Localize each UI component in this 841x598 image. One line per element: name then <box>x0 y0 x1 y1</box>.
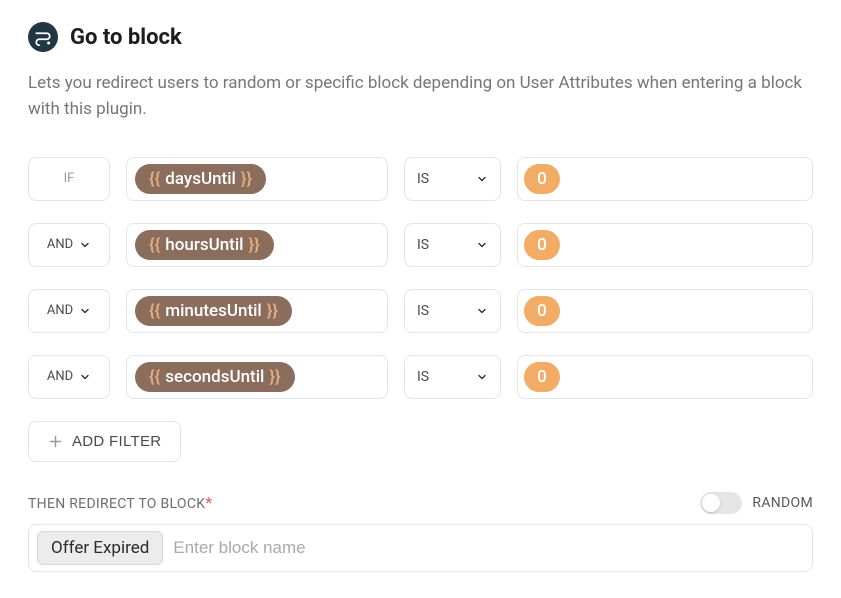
attribute-chip: {{secondsUntil}} <box>135 362 295 392</box>
redirect-label: THEN REDIRECT TO BLOCK <box>28 496 205 512</box>
connector-label: AND <box>47 237 73 252</box>
chevron-down-icon <box>476 239 488 251</box>
value-field[interactable]: 0 <box>517 289 813 333</box>
brace-close: }} <box>241 169 252 189</box>
attribute-chip: {{minutesUntil}} <box>135 296 292 326</box>
value-chip: 0 <box>524 164 560 194</box>
value-field[interactable]: 0 <box>517 157 813 201</box>
plugin-title: Go to block <box>70 25 182 50</box>
operator-dropdown[interactable]: IS <box>404 157 501 201</box>
brace-open: {{ <box>149 235 160 255</box>
brace-close: }} <box>269 367 280 387</box>
operator-dropdown[interactable]: IS <box>404 289 501 333</box>
brace-open: {{ <box>149 169 160 189</box>
attribute-field[interactable]: {{hoursUntil}} <box>126 223 388 267</box>
plus-icon <box>48 434 63 449</box>
connector-dropdown[interactable]: AND <box>28 289 110 333</box>
add-filter-button[interactable]: ADD FILTER <box>28 421 181 462</box>
operator-label: IS <box>417 369 429 385</box>
value-chip: 0 <box>524 296 560 326</box>
operator-dropdown[interactable]: IS <box>404 223 501 267</box>
connector-static: IF <box>28 157 110 201</box>
value-chip: 0 <box>524 230 560 260</box>
connector-dropdown[interactable]: AND <box>28 223 110 267</box>
operator-dropdown[interactable]: IS <box>404 355 501 399</box>
brace-open: {{ <box>149 367 160 387</box>
chevron-down-icon <box>476 371 488 383</box>
add-filter-label: ADD FILTER <box>72 433 161 450</box>
brace-close: }} <box>267 301 278 321</box>
attribute-name: hoursUntil <box>165 235 243 255</box>
attribute-field[interactable]: {{daysUntil}} <box>126 157 388 201</box>
brace-close: }} <box>249 235 260 255</box>
operator-label: IS <box>417 303 429 319</box>
attribute-name: daysUntil <box>165 169 236 189</box>
brace-open: {{ <box>149 301 160 321</box>
chevron-down-icon <box>79 239 91 251</box>
connector-label: AND <box>47 369 73 384</box>
value-field[interactable]: 0 <box>517 223 813 267</box>
filter-row: AND {{secondsUntil}} IS 0 <box>28 355 813 399</box>
attribute-name: minutesUntil <box>165 301 262 321</box>
operator-label: IS <box>417 237 429 253</box>
filter-row: AND {{hoursUntil}} IS 0 <box>28 223 813 267</box>
connector-label: AND <box>47 303 73 318</box>
chevron-down-icon <box>79 305 91 317</box>
chevron-down-icon <box>79 371 91 383</box>
block-name-field[interactable]: Offer Expired <box>28 524 813 572</box>
attribute-chip: {{hoursUntil}} <box>135 230 274 260</box>
toggle-knob <box>702 494 720 512</box>
redirect-header: THEN REDIRECT TO BLOCK* RANDOM <box>28 492 813 514</box>
block-name-input[interactable] <box>173 538 804 558</box>
filter-row: IF {{daysUntil}} IS 0 <box>28 157 813 201</box>
chevron-down-icon <box>476 305 488 317</box>
selected-block-chip[interactable]: Offer Expired <box>37 531 163 565</box>
plugin-icon <box>28 22 58 52</box>
random-label: RANDOM <box>752 495 813 511</box>
attribute-field[interactable]: {{minutesUntil}} <box>126 289 388 333</box>
value-field[interactable]: 0 <box>517 355 813 399</box>
operator-label: IS <box>417 171 429 187</box>
attribute-name: secondsUntil <box>165 367 264 387</box>
connector-label: IF <box>64 171 75 186</box>
random-toggle[interactable] <box>700 492 742 514</box>
connector-dropdown[interactable]: AND <box>28 355 110 399</box>
required-mark: * <box>205 493 212 512</box>
plugin-description: Lets you redirect users to random or spe… <box>28 70 813 123</box>
plugin-header: Go to block <box>28 22 813 52</box>
filter-row: AND {{minutesUntil}} IS 0 <box>28 289 813 333</box>
attribute-chip: {{daysUntil}} <box>135 164 266 194</box>
value-chip: 0 <box>524 362 560 392</box>
attribute-field[interactable]: {{secondsUntil}} <box>126 355 388 399</box>
chevron-down-icon <box>476 173 488 185</box>
